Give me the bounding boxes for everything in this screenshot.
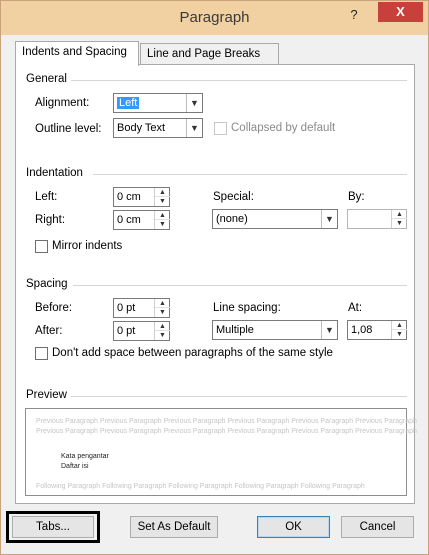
general-heading: General <box>26 73 67 85</box>
preview-heading: Preview <box>26 389 67 401</box>
chevron-down-icon[interactable]: ▼ <box>321 321 337 339</box>
increment-icon[interactable]: ▲ <box>155 211 170 220</box>
before-value: 0 pt <box>117 302 136 314</box>
spacing-heading: Spacing <box>26 278 68 290</box>
left-indent-label: Left: <box>35 191 58 203</box>
at-value: 1,08 <box>351 324 373 336</box>
general-divider <box>71 80 407 81</box>
preview-current-paragraph: Daftar isi <box>61 463 89 470</box>
by-label: By: <box>348 191 365 203</box>
paragraph-dialog: Paragraph ? X Indents and Spacing Line a… <box>0 0 429 555</box>
preview-following-paragraph: Following Paragraph Following Paragraph … <box>36 483 365 490</box>
set-as-default-button[interactable]: Set As Default <box>130 516 218 538</box>
spinner-buttons: ▲ ▼ <box>154 299 170 317</box>
after-value: 0 pt <box>117 325 136 337</box>
mirror-indents-checkbox[interactable] <box>35 240 48 253</box>
help-button[interactable]: ? <box>345 7 363 25</box>
tab-line-and-page-breaks[interactable]: Line and Page Breaks <box>140 43 279 65</box>
increment-icon[interactable]: ▲ <box>392 210 407 219</box>
after-spinner[interactable]: 0 pt ▲ ▼ <box>113 321 170 341</box>
left-indent-spinner[interactable]: 0 cm ▲ ▼ <box>113 187 170 207</box>
special-dropdown[interactable]: (none) ▼ <box>212 209 338 229</box>
spinner-buttons: ▲ ▼ <box>154 211 170 229</box>
increment-icon[interactable]: ▲ <box>155 322 170 331</box>
right-indent-spinner[interactable]: 0 cm ▲ ▼ <box>113 210 170 230</box>
tab-indents-and-spacing[interactable]: Indents and Spacing <box>15 41 139 66</box>
before-label: Before: <box>35 302 73 314</box>
indentation-heading: Indentation <box>26 167 83 179</box>
special-label: Special: <box>213 191 254 203</box>
increment-icon[interactable]: ▲ <box>155 299 170 308</box>
line-spacing-label: Line spacing: <box>213 302 281 314</box>
spinner-buttons: ▲ ▼ <box>154 322 170 340</box>
preview-divider <box>71 396 407 397</box>
decrement-icon[interactable]: ▼ <box>155 197 170 206</box>
spinner-buttons: ▲ ▼ <box>154 188 170 206</box>
spacing-divider <box>73 285 407 286</box>
outline-level-dropdown[interactable]: Body Text ▼ <box>113 118 203 138</box>
decrement-icon[interactable]: ▼ <box>155 308 170 317</box>
after-label: After: <box>35 325 63 337</box>
outline-level-label: Outline level: <box>35 123 102 135</box>
preview-previous-paragraph: Previous Paragraph Previous Paragraph Pr… <box>36 418 417 425</box>
decrement-icon[interactable]: ▼ <box>155 331 170 340</box>
cancel-button[interactable]: Cancel <box>341 516 414 538</box>
at-label: At: <box>348 302 363 314</box>
ok-button[interactable]: OK <box>257 516 330 538</box>
collapsed-by-default-label: Collapsed by default <box>231 122 336 134</box>
title-bar: Paragraph ? X <box>1 1 428 35</box>
collapsed-by-default-checkbox <box>214 122 227 135</box>
alignment-label: Alignment: <box>35 97 90 109</box>
dialog-title: Paragraph <box>179 9 250 26</box>
preview-previous-paragraph: Previous Paragraph Previous Paragraph Pr… <box>36 428 417 435</box>
left-indent-value: 0 cm <box>117 191 141 203</box>
at-spinner[interactable]: 1,08 ▲ ▼ <box>347 320 407 340</box>
preview-current-paragraph: Kata pengantar <box>61 453 109 460</box>
line-spacing-dropdown[interactable]: Multiple ▼ <box>212 320 338 340</box>
spinner-buttons: ▲ ▼ <box>391 321 407 339</box>
decrement-icon[interactable]: ▼ <box>155 220 170 229</box>
alignment-dropdown[interactable]: Left ▼ <box>113 93 203 113</box>
right-indent-label: Right: <box>35 214 66 226</box>
mirror-indents-label: Mirror indents <box>52 240 123 252</box>
decrement-icon[interactable]: ▼ <box>392 330 407 339</box>
alignment-value: Left <box>117 97 140 109</box>
chevron-down-icon[interactable]: ▼ <box>186 94 202 112</box>
line-spacing-value: Multiple <box>216 324 254 336</box>
indentation-divider <box>93 174 407 175</box>
chevron-down-icon[interactable]: ▼ <box>321 210 337 228</box>
increment-icon[interactable]: ▲ <box>155 188 170 197</box>
outline-level-value: Body Text <box>117 122 166 134</box>
chevron-down-icon[interactable]: ▼ <box>186 119 202 137</box>
dont-add-space-checkbox[interactable] <box>35 347 48 360</box>
before-spinner[interactable]: 0 pt ▲ ▼ <box>113 298 170 318</box>
increment-icon[interactable]: ▲ <box>392 321 407 330</box>
decrement-icon[interactable]: ▼ <box>392 219 407 228</box>
special-value: (none) <box>216 213 248 225</box>
right-indent-value: 0 cm <box>117 214 141 226</box>
preview-box: Previous Paragraph Previous Paragraph Pr… <box>25 408 417 496</box>
by-spinner[interactable]: ▲ ▼ <box>347 209 407 229</box>
tabs-button-focus-outline <box>6 511 100 543</box>
spinner-buttons: ▲ ▼ <box>391 210 407 228</box>
dont-add-space-label: Don't add space between paragraphs of th… <box>52 347 333 359</box>
close-button[interactable]: X <box>378 2 423 22</box>
